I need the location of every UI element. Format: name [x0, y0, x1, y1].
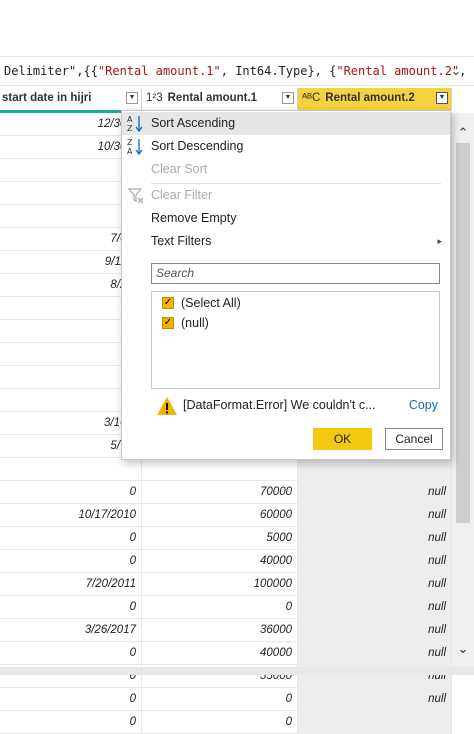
sort-ascending-item[interactable]: AZ Sort Ascending — [122, 112, 450, 135]
column-header-rental-amount-2[interactable]: ᴬᴮC Rental amount.2 ▼ — [298, 88, 452, 110]
table-cell[interactable]: null — [298, 688, 452, 711]
table-row: 0 70000 null — [0, 481, 452, 504]
table-cell[interactable]: 70000 — [142, 481, 298, 504]
column-header-label: Rental amount.2 — [325, 92, 415, 104]
column-header-start-date[interactable]: start date in hijri ▼ — [0, 88, 142, 110]
sort-descending-icon: ZA — [126, 137, 146, 156]
null-value-item[interactable]: ✓ (null) — [162, 314, 209, 332]
table-cell[interactable]: 0 — [0, 642, 142, 665]
column-filter-menu: AZ Sort Ascending ZA Sort Descending Cle… — [121, 110, 451, 460]
filter-dropdown-icon[interactable]: ▼ — [126, 92, 138, 104]
clear-sort-item[interactable]: Clear Sort — [122, 158, 450, 181]
copy-link[interactable]: Copy — [409, 398, 438, 412]
table-cell[interactable]: 100000 — [142, 573, 298, 596]
table-row: 0 0 null — [0, 688, 452, 711]
table-row: 3/26/2017 36000 null — [0, 619, 452, 642]
horizontal-scrollbar[interactable] — [0, 667, 474, 675]
table-cell[interactable]: null — [298, 527, 452, 550]
table-cell[interactable]: 10/17/2010 — [0, 504, 142, 527]
top-strip — [0, 0, 474, 46]
table-row: 7/20/2011 100000 null — [0, 573, 452, 596]
table-cell[interactable]: 40000 — [142, 550, 298, 573]
cancel-button[interactable]: Cancel — [385, 428, 443, 450]
table-cell[interactable]: null — [298, 596, 452, 619]
clear-filter-icon — [126, 186, 146, 205]
warning-icon — [155, 395, 179, 417]
table-row: 0 0 null — [0, 596, 452, 619]
table-cell[interactable] — [142, 458, 298, 481]
table-cell[interactable]: 7/20/2011 — [0, 573, 142, 596]
scrollbar-thumb[interactable] — [456, 143, 470, 523]
select-all-item[interactable]: ✓ (Select All) — [162, 294, 241, 312]
svg-text:A: A — [127, 147, 133, 156]
table-cell[interactable]: 0 — [0, 596, 142, 619]
table-cell[interactable]: 0 — [142, 711, 298, 734]
table-cell[interactable]: 0 — [0, 711, 142, 734]
chevron-down-icon[interactable]: ⌄ — [452, 639, 474, 659]
filter-dropdown-icon[interactable]: ▼ — [436, 92, 448, 104]
formula-text[interactable]: Delimiter",{{"Rental amount.1", Int64.Ty… — [4, 64, 466, 78]
vertical-scrollbar[interactable]: ⌃ ⌄ — [452, 113, 474, 673]
table-cell[interactable]: 36000 — [142, 619, 298, 642]
whole-number-type-icon[interactable]: 1²3 — [146, 92, 163, 104]
column-header-label: Rental amount.1 — [167, 92, 258, 104]
table-row — [0, 458, 452, 481]
table-cell[interactable]: 0 — [0, 481, 142, 504]
ok-button[interactable]: OK — [313, 428, 372, 450]
table-cell[interactable] — [298, 458, 452, 481]
column-header-row: start date in hijri ▼ 1²3 Rental amount.1… — [0, 88, 474, 110]
table-cell[interactable]: 0 — [142, 596, 298, 619]
table-cell[interactable] — [0, 458, 142, 481]
table-row: 0 40000 null — [0, 550, 452, 573]
chevron-right-icon: ▸ — [437, 236, 442, 246]
filter-dropdown-icon[interactable]: ▼ — [282, 92, 294, 104]
table-cell[interactable]: null — [298, 642, 452, 665]
remove-empty-item[interactable]: Remove Empty — [122, 207, 450, 230]
table-cell[interactable]: 5000 — [142, 527, 298, 550]
table-row: 10/17/2010 60000 null — [0, 504, 452, 527]
table-cell[interactable]: 0 — [0, 688, 142, 711]
table-cell[interactable]: 3/26/2017 — [0, 619, 142, 642]
checkbox-checked-icon[interactable]: ✓ — [162, 297, 174, 309]
table-cell[interactable]: 40000 — [142, 642, 298, 665]
table-cell[interactable]: null — [298, 504, 452, 527]
column-header-rental-amount-1[interactable]: 1²3 Rental amount.1 ▼ — [142, 88, 298, 110]
table-cell[interactable]: null — [298, 550, 452, 573]
table-cell[interactable]: null — [298, 619, 452, 642]
table-cell[interactable] — [298, 711, 452, 734]
table-cell[interactable]: null — [298, 481, 452, 504]
table-row: 00 — [0, 711, 452, 734]
clear-filter-item[interactable]: Clear Filter — [122, 184, 450, 207]
table-cell[interactable]: 0 — [0, 527, 142, 550]
table-row: 0 40000 null — [0, 642, 452, 665]
svg-text:A: A — [127, 115, 133, 124]
text-type-icon[interactable]: ᴬᴮC — [302, 92, 320, 104]
sort-ascending-icon: AZ — [126, 114, 146, 133]
svg-text:Z: Z — [127, 124, 133, 133]
text-filters-item[interactable]: Text Filters ▸ — [122, 230, 450, 253]
table-cell[interactable]: 0 — [0, 550, 142, 573]
chevron-up-icon[interactable]: ⌃ — [452, 123, 474, 143]
value-list: ✓ (Select All) ✓ (null) — [151, 291, 440, 389]
sort-descending-item[interactable]: ZA Sort Descending — [122, 135, 450, 158]
checkbox-checked-icon[interactable]: ✓ — [162, 317, 174, 329]
svg-text:Z: Z — [127, 138, 133, 147]
column-header-label: start date in hijri — [2, 92, 92, 104]
table-cell[interactable]: 60000 — [142, 504, 298, 527]
chevron-down-icon[interactable]: ⌄ — [446, 61, 466, 81]
error-message: [DataFormat.Error] We couldn't c... — [183, 398, 376, 412]
formula-bar[interactable]: Delimiter",{{"Rental amount.1", Int64.Ty… — [0, 56, 474, 86]
table-cell[interactable]: 0 — [142, 688, 298, 711]
table-row: 0 5000 null — [0, 527, 452, 550]
search-input[interactable]: Search — [151, 263, 440, 284]
table-cell[interactable]: null — [298, 573, 452, 596]
